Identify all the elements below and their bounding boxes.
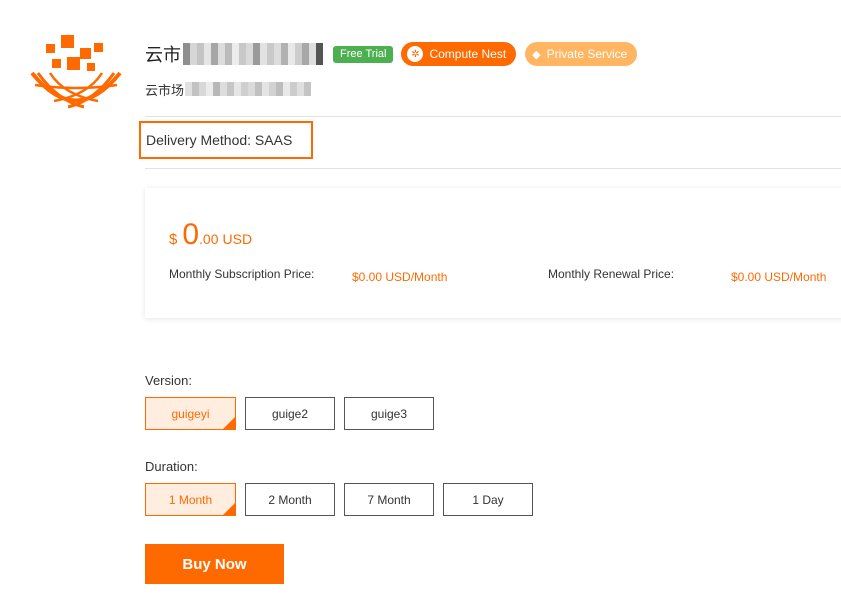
version-option-guige3[interactable]: guige3 (344, 397, 434, 430)
divider-top (145, 116, 841, 117)
monthly-renewal-value: $0.00 USD/Month (731, 270, 827, 284)
redacted-subtitle-mosaic (185, 82, 312, 96)
version-option-guige2[interactable]: guige2 (245, 397, 335, 430)
private-service-label: Private Service (546, 47, 628, 61)
monthly-subscription-value: $0.00 USD/Month (352, 270, 448, 284)
price-integer: 0 (182, 218, 200, 251)
price-decimal: .00 (199, 231, 219, 247)
duration-option-7-month[interactable]: 7 Month (344, 483, 434, 516)
duration-option-1-day[interactable]: 1 Day (443, 483, 533, 516)
price-unit: USD (222, 231, 253, 247)
monthly-renewal-label: Monthly Renewal Price: (548, 267, 675, 281)
price-currency-symbol: $ (169, 231, 178, 248)
free-trial-badge: Free Trial (333, 45, 394, 63)
duration-option-2-month[interactable]: 2 Month (245, 483, 335, 516)
product-title: 云市 (145, 45, 181, 65)
product-subtitle-row: 云市场 (145, 80, 312, 98)
buy-now-button[interactable]: Buy Now (145, 544, 284, 584)
price-card: $ 0 .00 USD Monthly Subscription Price: … (145, 188, 841, 318)
redacted-title-mosaic (183, 43, 323, 65)
monthly-subscription-label: Monthly Subscription Price: (169, 267, 315, 281)
version-label: Version: (145, 373, 192, 388)
duration-option-1-month[interactable]: 1 Month (145, 483, 236, 516)
marketplace-logo (30, 35, 122, 109)
product-subtitle: 云市场 (145, 82, 185, 98)
gear-circle-icon: ✲ (407, 46, 424, 62)
version-option-guigeyi[interactable]: guigeyi (145, 397, 236, 430)
product-title-row: 云市 Free Trial ✲ Compute Nest ◆ Private S… (145, 40, 638, 68)
private-service-badge[interactable]: ◆ Private Service (525, 42, 638, 66)
delivery-method: Delivery Method: SAAS (139, 121, 313, 159)
total-price: $ 0 .00 USD (169, 218, 252, 252)
diamond-icon: ◆ (532, 48, 541, 61)
duration-label: Duration: (145, 459, 198, 474)
compute-nest-label: Compute Nest (429, 47, 507, 61)
divider-bottom (145, 168, 841, 169)
compute-nest-badge[interactable]: ✲ Compute Nest (401, 42, 517, 66)
